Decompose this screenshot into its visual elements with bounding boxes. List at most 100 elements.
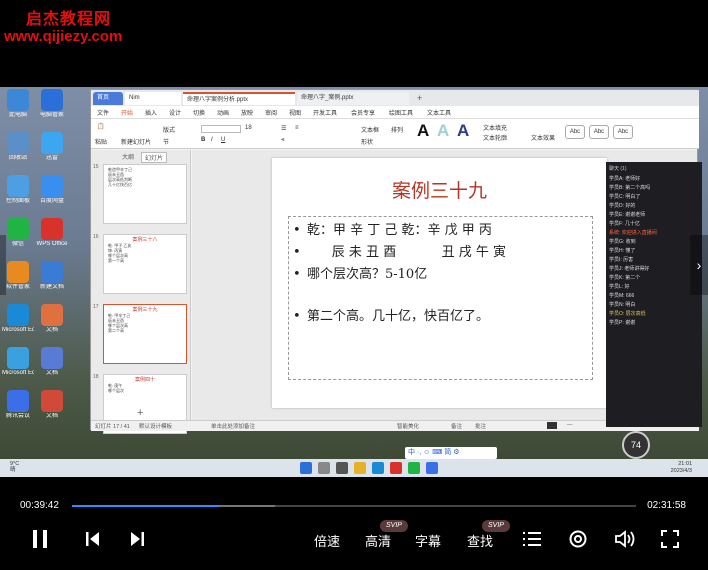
text-style-teal[interactable]: A [437, 121, 449, 141]
paste-icon[interactable]: 📋 [97, 123, 104, 130]
ribbon-menu-item[interactable]: 开发工具 [313, 108, 337, 117]
ribbon-menu-item[interactable]: 文件 [97, 108, 109, 117]
paste-button[interactable]: 粘贴 [95, 137, 107, 146]
search-button[interactable]: 查找 [467, 531, 493, 550]
ribbon-menu-item[interactable]: 切换 [193, 108, 205, 117]
ribbon-menu-item[interactable]: 开始 [121, 108, 133, 117]
progress-bar[interactable] [72, 505, 636, 507]
ribbon-menu-item[interactable]: 插入 [145, 108, 157, 117]
ribbon-menu-item[interactable]: 设计 [169, 108, 181, 117]
pause-icon[interactable] [30, 528, 50, 553]
desktop-icon[interactable]: 腾讯会议 [2, 390, 34, 420]
smart-beautify-button[interactable]: 智能美化 [397, 422, 419, 430]
settings-icon[interactable] [568, 529, 588, 552]
tab-slides[interactable]: 幻灯片 [141, 152, 168, 163]
ribbon-menu-item[interactable]: 审阅 [265, 108, 277, 117]
ribbon-menu-item[interactable]: 放映 [241, 108, 253, 117]
notes-button[interactable]: 备注 [451, 422, 462, 430]
desktop-icon[interactable]: 软件管家 [2, 261, 34, 291]
taskbar-clock[interactable]: 21:01 2023/4/3 [671, 461, 692, 475]
playlist-icon[interactable] [522, 529, 542, 552]
layout-button[interactable]: 版式 [163, 125, 175, 134]
desktop-icon[interactable]: 回收站 [2, 132, 34, 162]
shapes-button[interactable]: 形状 [361, 137, 373, 146]
comment-button[interactable]: 批注 [475, 422, 486, 430]
meeting-icon[interactable] [426, 462, 438, 474]
search-icon[interactable] [318, 462, 330, 474]
desktop-icon[interactable]: 迅雷 [36, 132, 68, 162]
shape-style-2[interactable]: Abc [589, 125, 609, 139]
desktop-icon[interactable]: 电脑管家 [36, 89, 68, 119]
text-box-button[interactable]: 文本框 [361, 125, 379, 134]
text-fill-button[interactable]: 文本填充 [483, 123, 507, 132]
file-explorer-icon[interactable] [354, 462, 366, 474]
slide-thumbnail[interactable]: 乾造甲辛丁己 辰未丑酉 层次高低判断 几十亿快百亿 [103, 164, 187, 224]
underline-button[interactable]: U [221, 137, 225, 143]
slide-thumbnail[interactable]: 案例三十九 乾: 甲辛丁己 辰未丑酉 哪个层次高 第二个高 [103, 304, 187, 364]
app-icon [7, 304, 29, 326]
text-outline-button[interactable]: 文本轮廓 [483, 133, 507, 142]
previous-icon[interactable] [84, 530, 102, 551]
desktop-icon[interactable]: 新建文档 [36, 261, 68, 291]
task-view-icon[interactable] [336, 462, 348, 474]
ribbon-menu-item[interactable]: 视图 [289, 108, 301, 117]
ribbon-menu-item[interactable]: 绘图工具 [389, 108, 413, 117]
desktop-icon[interactable]: 文档 [36, 304, 68, 334]
new-tab-button[interactable]: + [413, 92, 425, 105]
desktop-icon[interactable]: 文档 [36, 390, 68, 420]
shape-style-1[interactable]: Abc [565, 125, 585, 139]
slide-textbox[interactable]: • 乾：甲 辛 丁 己 乾：辛 戊 甲 丙 • 辰 未 丑 酉 丑 戌 午 寅 •… [288, 216, 593, 380]
ribbon-menu-item[interactable]: 文本工具 [427, 108, 451, 117]
tab-file-3[interactable]: 命理八字_案例.pptx [297, 92, 409, 105]
ribbon-menu-item[interactable]: 动画 [217, 108, 229, 117]
edge-icon[interactable] [372, 462, 384, 474]
notes-placeholder[interactable]: 单击此处添加备注 [211, 422, 255, 430]
desktop-icon[interactable]: 控制面板 [2, 175, 34, 205]
bullets-icon[interactable]: ☰ [281, 125, 286, 132]
next-icon[interactable] [128, 530, 146, 551]
wechat-icon[interactable] [408, 462, 420, 474]
tab-file-active[interactable]: 命理八字案例分析.pptx [183, 92, 295, 105]
prev-arrow[interactable] [0, 235, 6, 295]
play-slideshow-icon[interactable] [547, 422, 557, 429]
desktop-icon[interactable]: 此电脑 [2, 89, 34, 119]
subtitle-button[interactable]: 字幕 [415, 531, 441, 550]
zoom-slider[interactable]: — [567, 422, 573, 428]
speed-button[interactable]: 倍速 [314, 531, 340, 550]
desktop-icon[interactable]: 百度网盘 [36, 175, 68, 205]
italic-button[interactable]: I [211, 137, 213, 143]
desktop-icon[interactable]: 文档 [36, 347, 68, 377]
ribbon-menu-item[interactable]: 会员专享 [351, 108, 375, 117]
font-family-select[interactable] [201, 125, 241, 133]
tab-outline[interactable]: 大纲 [119, 152, 137, 161]
add-slide-button[interactable]: + [137, 407, 143, 419]
desktop-icon[interactable]: Microsoft Edge [2, 304, 34, 334]
tab-file-1[interactable]: Nim [125, 92, 181, 105]
slide-thumbnail[interactable]: 案例三十八 乾: 甲子 乙亥 坤: 丙寅 哪个层次高 第一个高 [103, 234, 187, 294]
volume-icon[interactable] [614, 529, 636, 552]
shape-style-3[interactable]: Abc [613, 125, 633, 139]
fullscreen-icon[interactable] [660, 529, 680, 552]
quality-button[interactable]: 高清 [365, 531, 391, 550]
text-effects-button[interactable]: 文本效果 [531, 133, 555, 142]
text-style-black[interactable]: A [417, 121, 429, 141]
desktop-icon[interactable]: 微信 [2, 218, 34, 248]
start-icon[interactable] [300, 462, 312, 474]
align-left-icon[interactable]: ⫷ [281, 137, 284, 144]
ime-toolbar[interactable]: 中 ·, ☺ ⌨ 简 ⚙ [405, 447, 497, 459]
new-slide-button[interactable]: 新建幻灯片 [121, 137, 151, 146]
next-arrow-icon[interactable]: › [690, 235, 708, 295]
font-size-select[interactable]: 18 [245, 125, 252, 131]
section-button[interactable]: 节 [163, 137, 169, 146]
bold-button[interactable]: B [201, 137, 205, 143]
wps-icon[interactable] [390, 462, 402, 474]
numbering-icon[interactable]: ≡ [295, 125, 299, 131]
tab-home[interactable]: 首页 [93, 92, 123, 105]
desktop-icon[interactable]: Microsoft Edge [2, 347, 34, 377]
weather-widget[interactable]: 9°C 晴 [10, 461, 19, 473]
current-slide[interactable]: 案例三十九 • 乾：甲 辛 丁 己 乾：辛 戊 甲 丙 • 辰 未 丑 酉 丑 戌… [272, 158, 607, 408]
text-style-navy[interactable]: A [457, 121, 469, 141]
slide-title[interactable]: 案例三十九 [272, 176, 607, 203]
arrange-button[interactable]: 排列 [391, 125, 403, 134]
desktop-icon[interactable]: WPS Office [36, 218, 68, 248]
